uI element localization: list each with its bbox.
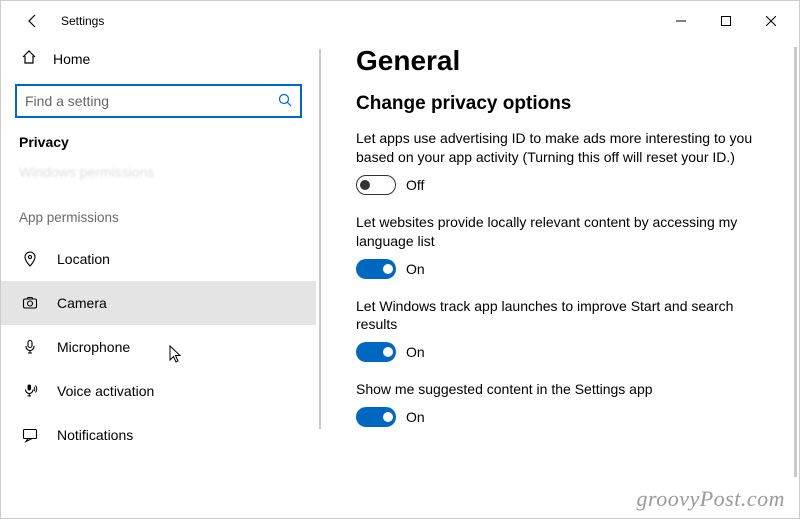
window-controls [658,6,793,36]
page-heading: General [356,45,769,77]
toggle-advertising-id[interactable] [356,175,396,195]
back-button[interactable] [17,5,49,37]
voice-activation-icon [21,382,39,400]
sidebar-home[interactable]: Home [15,41,302,76]
minimize-button[interactable] [658,6,703,36]
watermark: groovyPost.com [636,486,785,512]
microphone-icon [21,338,39,356]
toggle-suggested-content[interactable] [356,407,396,427]
sidebar-faded-item[interactable]: Windows permissions [15,158,302,186]
setting-app-launches: Let Windows track app launches to improv… [356,297,769,363]
toggle-language-list[interactable] [356,259,396,279]
sidebar-item-label: Microphone [57,339,130,355]
sidebar-item-notifications[interactable]: Notifications [1,413,316,457]
toggle-state-label: Off [406,177,424,193]
main-scrollbar[interactable] [794,47,797,477]
location-icon [21,250,39,268]
search-icon [278,93,292,110]
sidebar-nav-list: Location Camera Microphone Voice activat… [1,237,316,457]
setting-description: Let Windows track app launches to improv… [356,297,769,335]
toggle-app-launches[interactable] [356,342,396,362]
sidebar-home-label: Home [53,51,90,67]
app-title: Settings [61,14,104,28]
toggle-state-label: On [406,344,425,360]
titlebar: Settings [1,1,799,41]
sidebar-item-label: Location [57,251,110,267]
sidebar-item-label: Voice activation [57,383,154,399]
sidebar-scrollbar[interactable] [319,49,321,429]
sidebar: Home Find a setting Privacy Windows perm… [1,41,316,518]
notifications-icon [21,426,39,444]
sidebar-category: Privacy [15,132,302,152]
sidebar-item-camera[interactable]: Camera [1,281,316,325]
maximize-button[interactable] [703,6,748,36]
toggle-state-label: On [406,409,425,425]
page-subheading: Change privacy options [356,93,769,115]
sidebar-item-label: Notifications [57,427,133,443]
setting-description: Let apps use advertising ID to make ads … [356,129,769,167]
sidebar-group-title: App permissions [15,204,302,231]
home-icon [21,49,37,68]
toggle-state-label: On [406,261,425,277]
setting-language-list: Let websites provide locally relevant co… [356,213,769,279]
setting-advertising-id: Let apps use advertising ID to make ads … [356,129,769,195]
main-panel: General Change privacy options Let apps … [316,41,799,518]
setting-suggested-content: Show me suggested content in the Setting… [356,380,769,427]
close-button[interactable] [748,6,793,36]
setting-description: Show me suggested content in the Setting… [356,380,769,399]
sidebar-item-location[interactable]: Location [1,237,316,281]
search-input[interactable]: Find a setting [15,84,302,118]
sidebar-item-voice-activation[interactable]: Voice activation [1,369,316,413]
setting-description: Let websites provide locally relevant co… [356,213,769,251]
sidebar-item-label: Camera [57,295,107,311]
camera-icon [21,294,39,312]
sidebar-item-microphone[interactable]: Microphone [1,325,316,369]
search-placeholder: Find a setting [25,93,109,109]
